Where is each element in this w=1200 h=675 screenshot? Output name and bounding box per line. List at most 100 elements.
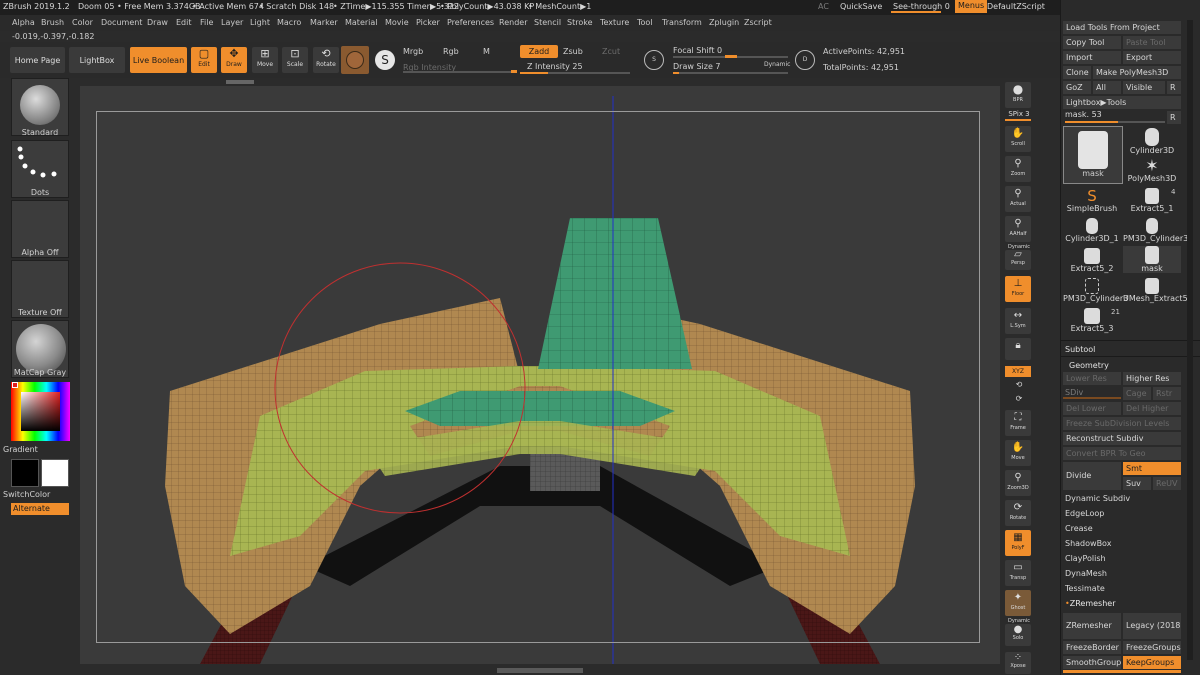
zremesher-button[interactable]: ZRemesher [1063, 613, 1121, 639]
sdiv-slider[interactable]: SDiv [1065, 388, 1083, 397]
gradient-label[interactable]: Gradient [3, 445, 43, 454]
crease-section[interactable]: Crease [1065, 522, 1185, 536]
menu-layer[interactable]: Layer [221, 18, 243, 27]
export-button[interactable]: Export [1123, 51, 1181, 64]
bottom-scroll-handle[interactable] [497, 668, 583, 673]
menu-draw[interactable]: Draw [147, 18, 168, 27]
zoom3d-button[interactable]: ⚲ Zoom3D [1005, 470, 1031, 496]
all-button[interactable]: All [1093, 81, 1121, 94]
menu-material[interactable]: Material [345, 18, 378, 27]
menu-render[interactable]: Render [499, 18, 527, 27]
menu-alpha[interactable]: Alpha [12, 18, 35, 27]
primary-color-swatch[interactable] [11, 459, 39, 487]
color-picker-hue[interactable] [11, 382, 70, 441]
freezegroups-toggle[interactable]: FreezeGroups [1123, 641, 1181, 654]
xyz-button[interactable]: XYZ [1005, 366, 1031, 377]
clone-button[interactable]: Clone [1063, 66, 1091, 79]
rgb-toggle[interactable]: Rgb [443, 47, 459, 56]
del-lower-button[interactable]: Del Lower [1063, 402, 1121, 415]
m-toggle[interactable]: M [483, 47, 490, 56]
home-page-button[interactable]: Home Page [10, 47, 65, 73]
menu-movie[interactable]: Movie [385, 18, 409, 27]
r-button[interactable]: R [1167, 81, 1181, 94]
menu-preferences[interactable]: Preferences [447, 18, 494, 27]
zremesher-section[interactable]: •ZRemesher [1065, 597, 1185, 611]
tool-cell-extract5-2[interactable]: Extract5_2 [1063, 248, 1121, 273]
mask-r-button[interactable]: R [1167, 111, 1181, 124]
menu-tool[interactable]: Tool [637, 18, 653, 27]
tool-cell-cylinder3d[interactable]: Cylinder3D [1123, 128, 1181, 155]
keepgroups-toggle[interactable]: KeepGroups [1123, 656, 1181, 669]
smoothgroups-slider[interactable]: SmoothGroups [1063, 656, 1121, 669]
del-higher-button[interactable]: Del Higher [1123, 402, 1181, 415]
rotate-button[interactable]: ⟲ Rotate [313, 47, 339, 73]
menus-button[interactable]: Menus [955, 0, 988, 13]
tool-cell-umesh-extract5[interactable]: UMesh_Extract5 [1123, 278, 1188, 303]
tool-cell-pm3d-cylinder3[interactable]: PM3D_Cylinder3 [1123, 218, 1188, 243]
freeze-subdiv-button[interactable]: Freeze SubDivision Levels [1063, 417, 1181, 430]
zoom-button[interactable]: ⚲ Zoom [1005, 156, 1031, 182]
menu-macro[interactable]: Macro [277, 18, 301, 27]
bpr-button[interactable]: ● BPR [1005, 82, 1031, 108]
draw-button[interactable]: ✥ Draw [221, 47, 247, 73]
higher-res-button[interactable]: Higher Res [1123, 372, 1181, 385]
secondary-color-swatch[interactable] [41, 459, 69, 487]
zadd-button[interactable]: Zadd [520, 45, 558, 58]
claypolish-section[interactable]: ClayPolish [1065, 552, 1185, 566]
cage-button[interactable]: Cage [1123, 387, 1151, 400]
smt-toggle[interactable]: Smt [1123, 462, 1181, 475]
divide-button[interactable]: Divide [1063, 462, 1121, 490]
zsub-button[interactable]: Zsub [563, 47, 583, 56]
dynamic-subdiv-section[interactable]: Dynamic Subdiv [1065, 492, 1185, 506]
bottom-slider-bar[interactable] [1063, 670, 1181, 673]
geometry-header[interactable]: Geometry [1069, 361, 1109, 370]
frame-button[interactable]: ⛶ Frame [1005, 410, 1031, 436]
dynamesh-section[interactable]: DynaMesh [1065, 567, 1185, 581]
aahalf-button[interactable]: ⚲ AAHalf [1005, 216, 1031, 242]
menu-stroke[interactable]: Stroke [567, 18, 593, 27]
scroll-button[interactable]: ✋ Scroll [1005, 126, 1031, 152]
focal-shift-slider[interactable]: Focal Shift 0 [673, 46, 722, 55]
stroke-s-icon[interactable]: S [375, 50, 395, 70]
copy-tool-button[interactable]: Copy Tool [1063, 36, 1121, 49]
rotate-y-icon[interactable]: ⟲ [1002, 380, 1036, 389]
rotate-z-icon[interactable]: ⟳ [1002, 394, 1036, 403]
edit-button[interactable]: ▢ Edit [191, 47, 217, 73]
dynamic-toggle[interactable]: Dynamic [764, 61, 790, 68]
menu-color[interactable]: Color [72, 18, 93, 27]
reuv-button[interactable]: ReUV [1153, 477, 1181, 490]
color-picker-sv[interactable] [21, 392, 60, 431]
actual-button[interactable]: ⚲ Actual [1005, 186, 1031, 212]
freezeborder-toggle[interactable]: FreezeBorder [1063, 641, 1121, 654]
lightbox-button[interactable]: LightBox [69, 47, 125, 73]
transp-button[interactable]: ▭ Transp [1005, 560, 1031, 586]
menu-edit[interactable]: Edit [176, 18, 192, 27]
draw-size-d-icon[interactable]: D [795, 50, 815, 70]
menu-marker[interactable]: Marker [310, 18, 338, 27]
menu-picker[interactable]: Picker [416, 18, 440, 27]
tool-cell-polymesh3d[interactable]: ✶ PolyMesh3D [1123, 158, 1181, 184]
lightbox-tools-button[interactable]: Lightbox▶Tools [1063, 96, 1181, 109]
edgeloop-section[interactable]: EdgeLoop [1065, 507, 1185, 521]
lock-button[interactable]: 🔒︎ [1005, 338, 1031, 360]
z-intensity-slider[interactable]: Z Intensity 25 [527, 62, 583, 71]
lsym-button[interactable]: ↔ L.Sym [1005, 308, 1031, 334]
alternate-button[interactable]: Alternate [11, 503, 69, 515]
top-scroll-handle[interactable] [226, 80, 254, 84]
menu-document[interactable]: Document [101, 18, 142, 27]
tray-scrollbar[interactable] [1187, 20, 1193, 660]
material-swatch-button[interactable] [341, 46, 369, 74]
polyf-button[interactable]: ▦ PolyF [1005, 530, 1031, 556]
menu-zplugin[interactable]: Zplugin [709, 18, 739, 27]
see-through-slider[interactable]: See-through 0 [893, 2, 950, 11]
menu-texture[interactable]: Texture [600, 18, 629, 27]
menu-brush[interactable]: Brush [41, 18, 64, 27]
rotate-view-button[interactable]: ⟳ Rotate [1005, 500, 1031, 526]
spix-slider[interactable]: SPix 3 [1002, 110, 1036, 118]
reconstruct-subdiv-button[interactable]: Reconstruct Subdiv [1063, 432, 1181, 445]
draw-size-slider[interactable]: Draw Size 7 [673, 62, 721, 71]
live-boolean-button[interactable]: Live Boolean [130, 47, 187, 73]
menu-file[interactable]: File [200, 18, 213, 27]
move-button[interactable]: ⊞ Move [252, 47, 278, 73]
scale-button[interactable]: ⊡ Scale [282, 47, 308, 73]
